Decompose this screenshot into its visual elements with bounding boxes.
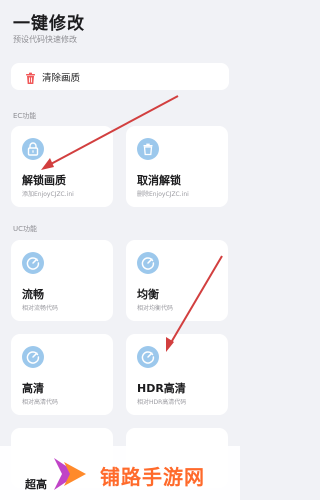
clear-quality-button[interactable]: 清除画质 (11, 63, 229, 90)
page-title: 一键修改 (13, 14, 85, 34)
page-subtitle: 预设代码快速修改 (13, 35, 77, 44)
gauge-icon (137, 346, 159, 368)
hdr-hd-card[interactable]: HDR高清 相对HDR高清代码 (126, 334, 228, 415)
card-description: 相对高清代码 (22, 399, 59, 406)
card-description: 相对HDR高清代码 (137, 399, 187, 406)
gauge-icon (22, 346, 44, 368)
card-title: 流畅 (22, 288, 44, 301)
gauge-icon (22, 252, 44, 274)
uc-section-label: UC功能 (13, 225, 38, 233)
ultra-hd-label: 超高 (25, 478, 47, 491)
cancel-unlock-card[interactable]: 取消解锁 删除EnjoyCJZC.ini (126, 126, 228, 207)
watermark-text: 铺路手游网 (100, 465, 205, 489)
gauge-icon (137, 252, 159, 274)
unlock-quality-card[interactable]: 解锁画质 添加EnjoyCJZC.ini (11, 126, 113, 207)
card-description: 添加EnjoyCJZC.ini (22, 191, 74, 198)
card-description: 删除EnjoyCJZC.ini (137, 191, 189, 198)
trash-icon (24, 70, 37, 84)
ec-section-label: EC功能 (13, 112, 37, 120)
card-title: 均衡 (137, 288, 159, 301)
card-title: 解锁画质 (22, 174, 66, 187)
smooth-card[interactable]: 流畅 相对流畅代码 (11, 240, 113, 321)
lock-icon (22, 138, 44, 160)
card-title: HDR高清 (137, 382, 186, 395)
card-title: 高清 (22, 382, 44, 395)
balanced-card[interactable]: 均衡 相对均衡代码 (126, 240, 228, 321)
card-description: 相对均衡代码 (137, 305, 174, 312)
clear-quality-label: 清除画质 (42, 73, 81, 84)
trash-icon (137, 138, 159, 160)
brand-logo-icon (50, 454, 90, 494)
card-title: 取消解锁 (137, 174, 181, 187)
card-description: 相对流畅代码 (22, 305, 59, 312)
hd-card[interactable]: 高清 相对高清代码 (11, 334, 113, 415)
